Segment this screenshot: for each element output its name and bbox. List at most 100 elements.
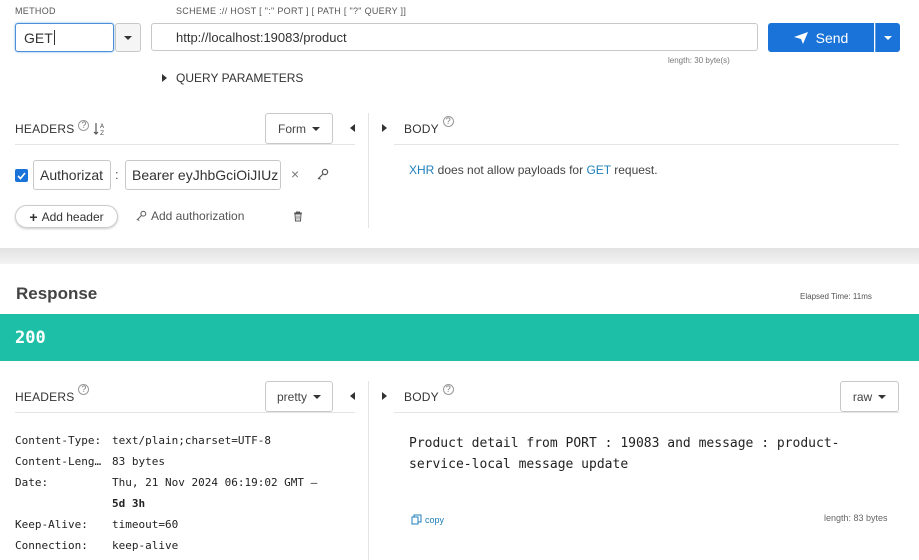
add-authorization-label: Add authorization	[151, 209, 245, 223]
help-icon[interactable]: ?	[442, 116, 454, 127]
add-authorization-button[interactable]: Add authorization	[135, 209, 244, 223]
sort-alpha-icon[interactable]: A Z	[93, 122, 107, 136]
send-button[interactable]: Send	[768, 23, 874, 52]
collapse-right-button[interactable]	[382, 124, 387, 132]
add-header-label: Add header	[41, 209, 104, 224]
chevron-down-icon	[313, 394, 321, 399]
copy-button[interactable]: copy	[411, 514, 444, 525]
header-value-input[interactable]: Bearer eyJhbGciOiJIUz	[125, 160, 281, 190]
plus-icon: +	[29, 208, 38, 225]
expand-arrow-icon	[162, 74, 167, 82]
request-body-title: BODY	[404, 122, 439, 136]
status-bar: 200	[0, 314, 919, 361]
chevron-down-icon	[878, 394, 887, 399]
arrow-right-icon	[382, 392, 387, 400]
response-header-row: Content-Leng… 83 bytes	[15, 451, 317, 472]
response-header-row-extra: 5d 3h	[15, 493, 317, 514]
status-code: 200	[15, 328, 46, 348]
send-options-button[interactable]	[875, 23, 900, 52]
response-body-mode-label: raw	[852, 389, 873, 404]
response-header-row: Keep-Alive: timeout=60	[15, 514, 317, 535]
get-link[interactable]: GET	[586, 163, 610, 177]
headers-mode-select[interactable]: Form	[265, 113, 333, 144]
chevron-down-icon	[884, 35, 892, 40]
response-header-name: Keep-Alive:	[15, 518, 88, 531]
checkmark-icon	[17, 171, 26, 180]
response-header-value: timeout=60	[112, 518, 179, 531]
panel-divider-shadow	[0, 248, 919, 264]
headers-mode-label: Form	[278, 121, 306, 136]
key-icon[interactable]	[316, 168, 329, 181]
method-dropdown-button[interactable]	[115, 23, 141, 52]
response-headers-mode-select[interactable]: pretty	[265, 381, 333, 412]
trash-icon[interactable]	[293, 211, 303, 222]
panel-divider	[368, 113, 369, 228]
query-parameters-label: QUERY PARAMETERS	[176, 71, 304, 85]
response-body-title-group: BODY ?	[404, 384, 454, 404]
collapse-left-button[interactable]	[350, 124, 355, 132]
request-headers-title: HEADERS	[15, 122, 75, 136]
header-separator-colon: :	[115, 167, 119, 182]
help-icon[interactable]: ?	[442, 384, 454, 395]
add-header-button[interactable]: + Add header	[15, 205, 118, 228]
response-body-separator	[394, 412, 899, 413]
header-enabled-checkbox[interactable]	[15, 169, 28, 182]
response-body-line: Product detail from PORT : 19083 and mes…	[409, 436, 840, 451]
svg-text:A: A	[100, 123, 105, 130]
collapse-left-button[interactable]	[350, 392, 355, 400]
chevron-down-icon	[124, 35, 132, 40]
paper-plane-icon	[793, 31, 808, 44]
help-icon[interactable]: ?	[78, 119, 90, 131]
header-value-value: Bearer eyJhbGciOiJIUz	[132, 167, 279, 183]
response-body-length: length: 83 bytes	[824, 513, 888, 523]
response-header-age: 5d 3h	[112, 497, 146, 510]
method-label: METHOD	[15, 6, 56, 16]
response-panel-divider	[368, 381, 369, 560]
help-icon[interactable]: ?	[78, 384, 90, 395]
arrow-right-icon	[382, 124, 387, 132]
request-headers-title-group: HEADERS ? A Z	[15, 119, 107, 136]
query-parameters-toggle[interactable]: QUERY PARAMETERS	[162, 71, 303, 85]
response-header-name: Content-Type:	[15, 434, 102, 447]
response-headers-list: Content-Type: text/plain;charset=UTF-8 C…	[15, 430, 317, 556]
method-input[interactable]: GET	[15, 23, 114, 52]
response-header-row: Connection: keep-alive	[15, 535, 317, 556]
svg-text:Z: Z	[100, 130, 104, 136]
xhr-link[interactable]: XHR	[409, 163, 434, 177]
key-icon	[136, 210, 147, 222]
response-headers-title-group: HEADERS ?	[15, 384, 90, 404]
response-body-line: service-local message update	[409, 457, 629, 472]
response-header-value: text/plain;charset=UTF-8	[112, 434, 271, 447]
response-header-name: Connection:	[15, 539, 88, 552]
response-header-row: Content-Type: text/plain;charset=UTF-8	[15, 430, 317, 451]
url-input[interactable]: http://localhost:19083/product	[151, 23, 758, 51]
response-body-mode-select[interactable]: raw	[840, 381, 899, 412]
response-headers-mode-label: pretty	[276, 389, 307, 404]
url-length: length: 30 byte(s)	[668, 56, 730, 65]
header-name-input[interactable]: Authorizat	[33, 160, 111, 190]
response-headers-separator	[15, 412, 355, 413]
response-header-row: Date: Thu, 21 Nov 2024 06:19:02 GMT –	[15, 472, 317, 493]
elapsed-time: Elapsed Time: 11ms	[800, 292, 872, 301]
response-header-value: keep-alive	[112, 539, 179, 552]
request-body-title-group: BODY ?	[404, 116, 454, 136]
response-title: Response	[16, 284, 98, 303]
arrow-left-icon	[350, 124, 355, 132]
response-body-text: Product detail from PORT : 19083 and mes…	[409, 433, 839, 475]
send-label: Send	[815, 29, 849, 46]
response-body-title: BODY	[404, 390, 439, 404]
method-value: GET	[24, 29, 53, 46]
copy-icon	[411, 514, 422, 525]
request-panel: METHOD SCHEME :// HOST [ ":" PORT ] [ PA…	[0, 0, 919, 248]
arrow-left-icon	[350, 392, 355, 400]
copy-label: copy	[425, 514, 445, 525]
url-value: http://localhost:19083/product	[176, 29, 347, 45]
request-body-message: XHR does not allow payloads for GET requ…	[409, 163, 658, 177]
chevron-down-icon	[312, 126, 320, 131]
headers-separator	[15, 144, 355, 145]
response-header-name: Date:	[15, 476, 49, 489]
collapse-right-button[interactable]	[382, 392, 387, 400]
body-separator	[394, 144, 899, 145]
close-icon[interactable]: ×	[291, 166, 299, 182]
header-name-value: Authorizat	[40, 167, 104, 183]
